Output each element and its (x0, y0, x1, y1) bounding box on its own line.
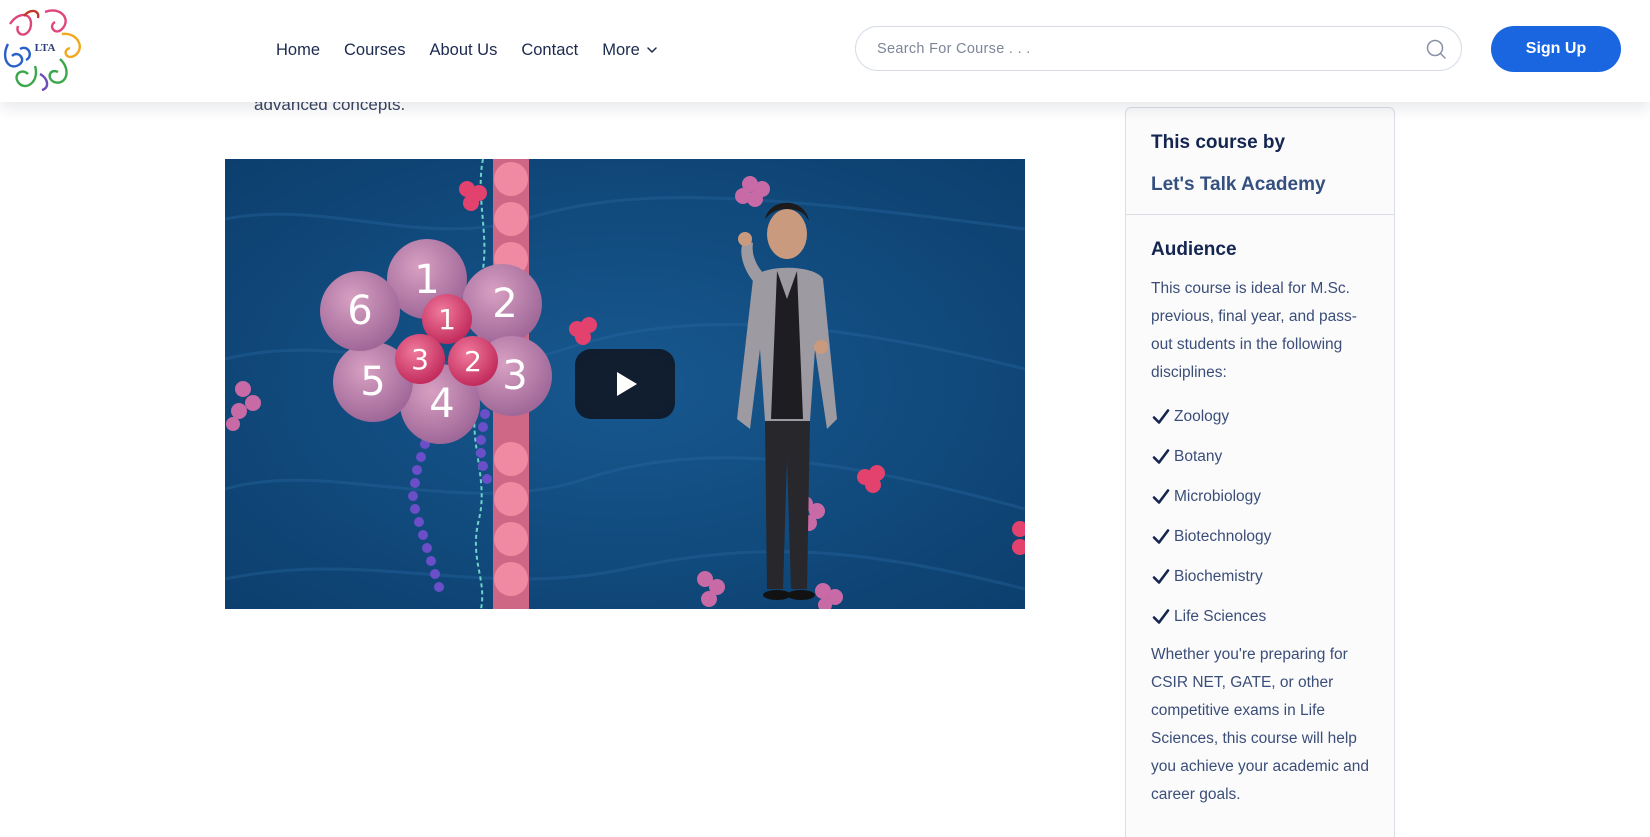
checkmark-icon (1152, 409, 1170, 424)
checkmark-icon (1152, 449, 1170, 464)
checkmark-icon (1152, 609, 1170, 624)
nav-courses[interactable]: Courses (344, 41, 405, 60)
list-item: Biotechnology (1151, 517, 1369, 557)
audience-section: Audience This course is ideal for M.Sc. … (1126, 215, 1394, 809)
nav-contact[interactable]: Contact (521, 41, 578, 60)
course-search-box (855, 26, 1462, 71)
checkmark-icon (1152, 489, 1170, 504)
audience-description: This course is ideal for M.Sc. previous,… (1151, 280, 1357, 381)
academy-name[interactable]: Let's Talk Academy (1151, 174, 1369, 196)
audience-outro: Whether you're preparing for CSIR NET, G… (1151, 646, 1369, 803)
flower-number-1: 1 (414, 257, 439, 303)
inner-number-3: 3 (411, 343, 429, 376)
sign-up-button[interactable]: Sign Up (1491, 26, 1621, 72)
search-icon[interactable] (1425, 38, 1447, 60)
discipline-label: Biotechnology (1174, 528, 1272, 545)
discipline-label: Microbiology (1174, 488, 1262, 505)
nav-contact-label: Contact (521, 40, 579, 59)
list-item: Microbiology (1151, 477, 1369, 517)
flower-number-3: 3 (502, 353, 527, 399)
nav-about-label: About Us (429, 40, 498, 59)
flower-number-4: 4 (429, 381, 454, 427)
play-button[interactable] (575, 349, 675, 419)
discipline-label: Botany (1174, 448, 1223, 465)
nav-about-us[interactable]: About Us (429, 41, 497, 60)
flower-number-2: 2 (492, 281, 517, 327)
course-video-player[interactable]: 1 2 3 4 5 6 1 2 3 (225, 159, 1025, 609)
main-nav: Home Courses About Us Contact More (276, 0, 658, 100)
site-header: LTA Home Courses About Us Contact More S… (0, 0, 1650, 102)
search-input[interactable] (877, 40, 1425, 57)
flower-number-5: 5 (360, 359, 385, 405)
course-by-label: This course by (1151, 132, 1286, 153)
nav-courses-label: Courses (344, 40, 406, 59)
list-item: Life Sciences (1151, 597, 1369, 637)
flower-number-6: 6 (347, 288, 372, 334)
list-item: Botany (1151, 437, 1369, 477)
discipline-label: Life Sciences (1174, 608, 1267, 625)
logo-text: LTA (35, 42, 56, 54)
play-icon (617, 372, 637, 396)
list-item: Biochemistry (1151, 557, 1369, 597)
inner-number-1: 1 (438, 303, 456, 336)
audience-heading: Audience (1151, 239, 1237, 260)
discipline-label: Zoology (1174, 408, 1230, 425)
discipline-label: Biochemistry (1174, 568, 1263, 585)
course-author-section: This course by Let's Talk Academy (1126, 108, 1394, 215)
inner-number-2: 2 (464, 345, 482, 378)
lta-logo-icon[interactable]: LTA (0, 4, 90, 94)
course-info-card: This course by Let's Talk Academy Audien… (1125, 107, 1395, 837)
discipline-list: Zoology Botany Microbiology Biotechnolog… (1151, 397, 1369, 637)
nav-more-dropdown[interactable]: More (602, 41, 658, 60)
chevron-down-icon (647, 47, 657, 53)
nav-home[interactable]: Home (276, 41, 320, 60)
nav-home-label: Home (276, 40, 321, 59)
checkmark-icon (1152, 569, 1170, 584)
list-item: Zoology (1151, 397, 1369, 437)
checkmark-icon (1152, 529, 1170, 544)
nav-more-label: More (602, 40, 640, 59)
